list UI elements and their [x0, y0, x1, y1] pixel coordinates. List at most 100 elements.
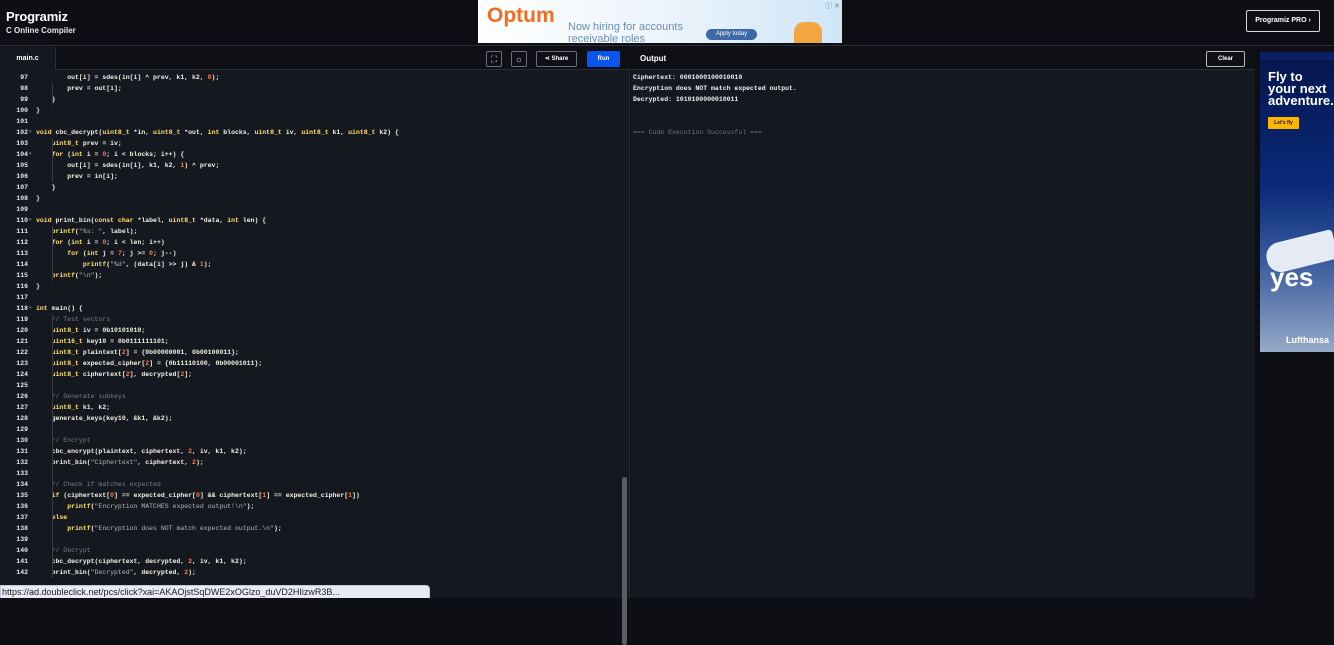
ad-apply-button[interactable]: Apply today	[706, 29, 757, 40]
line-number: 136	[16, 503, 28, 510]
programiz-pro-button[interactable]: Programiz PRO ›	[1246, 10, 1320, 32]
code-line[interactable]: 129	[0, 424, 620, 435]
code-text: // Encrypt	[36, 435, 91, 446]
code-token: len) {	[238, 217, 267, 224]
code-line[interactable]: 109	[0, 204, 620, 215]
code-line[interactable]: 107 }	[0, 182, 620, 193]
code-line[interactable]: 101	[0, 116, 620, 127]
top-bar: Programiz C Online Compiler Optum Now hi…	[0, 0, 1334, 46]
fold-arrow-icon[interactable]: ▾	[29, 127, 32, 138]
line-number: 128	[16, 415, 28, 422]
output-console[interactable]: Ciphertext: 0001000100010010 Encryption d…	[633, 72, 797, 138]
code-text: printf("\n");	[36, 270, 103, 281]
code-area[interactable]: 97 out[i] = sdes(in[i] ^ prev, k1, k2, 0…	[0, 72, 620, 598]
editor-scrollbar[interactable]	[622, 477, 627, 645]
code-line[interactable]: 130 // Encrypt	[0, 435, 620, 446]
code-line[interactable]: 99 }	[0, 94, 620, 105]
code-line[interactable]: 117	[0, 292, 620, 303]
code-line[interactable]: 98 prev = out[i];	[0, 83, 620, 94]
code-line[interactable]: 127 uint8_t k1, k2;	[0, 402, 620, 413]
code-line[interactable]: 131 cbc_encrypt(plaintext, ciphertext, 2…	[0, 446, 620, 457]
code-line[interactable]: 118 ▾ int main() {	[0, 303, 620, 314]
side-banner-ad[interactable]: Fly to your next adventure. Let's fly ye…	[1260, 52, 1334, 352]
code-line[interactable]: 114 printf("%d", (data[i] >> j) & 1);	[0, 259, 620, 270]
fullscreen-icon[interactable]: ⛶	[486, 51, 502, 67]
code-line[interactable]: 134 // Check if matches expected	[0, 479, 620, 490]
code-line[interactable]: 113 for (int j = 7; j >= 0; j--)	[0, 248, 620, 259]
code-line[interactable]: 116}	[0, 281, 620, 292]
code-line[interactable]: 137 else	[0, 512, 620, 523]
code-line[interactable]: 126 // Generate subkeys	[0, 391, 620, 402]
code-text: for (int i = 0; i < len; i++)	[36, 237, 165, 248]
code-line[interactable]: 108}	[0, 193, 620, 204]
code-line[interactable]: 106 prev = in[i];	[0, 171, 620, 182]
editor-toolbar: main.c ⛶ ☼ ⋖ Share Run	[0, 47, 630, 70]
code-line[interactable]: 141 cbc_decrypt(ciphertext, decrypted, 2…	[0, 556, 620, 567]
code-line[interactable]: 124 uint8_t ciphertext[2], decrypted[2];	[0, 369, 620, 380]
code-text: // Decrypt	[36, 545, 91, 556]
clear-button[interactable]: Clear	[1206, 51, 1245, 67]
code-token: printf	[82, 261, 107, 268]
code-line[interactable]: 115 printf("\n");	[0, 270, 620, 281]
code-line[interactable]: 105 out[i] = sdes(in[i], k1, k2, 1) ^ pr…	[0, 160, 620, 171]
code-text: uint16_t key10 = 0b0111111101;	[36, 336, 169, 347]
share-button[interactable]: ⋖ Share	[536, 51, 577, 67]
code-text: print_bin("Ciphertext", ciphertext, 2);	[36, 457, 204, 468]
adchoices-icon[interactable]: ⓘ ✕	[825, 1, 840, 11]
tab-main-c[interactable]: main.c	[0, 47, 56, 70]
code-token: ; i < len; i++)	[106, 239, 165, 246]
line-number: 125	[16, 382, 28, 389]
code-token: (ciphertext[	[59, 492, 111, 499]
code-token: );	[246, 503, 255, 510]
theme-toggle-icon[interactable]: ☼	[511, 51, 527, 67]
code-text: cbc_decrypt(ciphertext, decrypted, 2, iv…	[36, 556, 247, 567]
code-line[interactable]: 138 printf("Encryption does NOT match ex…	[0, 523, 620, 534]
code-line[interactable]: 125	[0, 380, 620, 391]
code-line[interactable]: 110 ▾ void print_bin(const char *label, ui…	[0, 215, 620, 226]
code-token: cbc_encrypt(plaintext, ciphertext,	[36, 448, 189, 455]
code-token: // Check if matches expected	[51, 481, 161, 488]
code-line[interactable]: 103 uint8_t prev = iv;	[0, 138, 620, 149]
code-token: blocks,	[219, 129, 255, 136]
code-token: int	[71, 151, 83, 158]
code-line[interactable]: 100}	[0, 105, 620, 116]
code-line[interactable]: 97 out[i] = sdes(in[i] ^ prev, k1, k2, 0…	[0, 72, 620, 83]
code-line[interactable]: 104 ▾ for (int i = 0; i < blocks; i++) {	[0, 149, 620, 160]
code-text: void print_bin(const char *label, uint8_…	[36, 215, 266, 226]
code-token: k1, k2;	[78, 404, 111, 411]
code-line[interactable]: 122 uint8_t plaintext[2] = {0b00000001, …	[0, 347, 620, 358]
code-token: print_bin(	[36, 459, 91, 466]
code-token: "%s: "	[78, 228, 103, 235]
code-line[interactable]: 136 printf("Encryption MATCHES expected …	[0, 501, 620, 512]
code-line[interactable]: 139	[0, 534, 620, 545]
programiz-logo[interactable]: Programiz C Online Compiler	[6, 9, 76, 35]
top-banner-ad[interactable]: Optum Now hiring for accounts receivable…	[478, 0, 842, 43]
fold-arrow-icon[interactable]: ▾	[29, 303, 32, 314]
fold-arrow-icon[interactable]: ▾	[29, 215, 32, 226]
code-token: iv,	[281, 129, 302, 136]
code-line[interactable]: 135 if (ciphertext[0] == expected_cipher…	[0, 490, 620, 501]
code-line[interactable]: 123 uint8_t expected_cipher[2] = {0b1111…	[0, 358, 620, 369]
code-line[interactable]: 111 printf("%s: ", label);	[0, 226, 620, 237]
code-line[interactable]: 102 ▾ void cbc_decrypt(uint8_t *in, uint8_…	[0, 127, 620, 138]
code-token: (	[63, 151, 72, 158]
code-line[interactable]: 142 print_bin("Decrypted", decrypted, 2)…	[0, 567, 620, 578]
ad-side-cta-button[interactable]: Let's fly	[1268, 117, 1299, 129]
code-line[interactable]: 121 uint16_t key10 = 0b0111111101;	[0, 336, 620, 347]
line-number: 99	[20, 96, 28, 103]
code-line[interactable]: 140 // Decrypt	[0, 545, 620, 556]
code-token: int	[86, 250, 99, 257]
code-line[interactable]: 128 generate_keys(key10, &k1, &k2);	[0, 413, 620, 424]
code-line[interactable]: 112 for (int i = 0; i < len; i++)	[0, 237, 620, 248]
fold-arrow-icon[interactable]: ▾	[29, 149, 32, 160]
code-token: );	[203, 261, 212, 268]
code-line[interactable]: 133	[0, 468, 620, 479]
line-number: 118	[16, 305, 28, 312]
code-line[interactable]: 120 uint8_t iv = 0b10101010;	[0, 325, 620, 336]
run-button[interactable]: Run	[587, 51, 620, 67]
code-line[interactable]: 119 // Test vectors	[0, 314, 620, 325]
code-line[interactable]: 132 print_bin("Ciphertext", ciphertext, …	[0, 457, 620, 468]
line-number: 108	[16, 195, 28, 202]
